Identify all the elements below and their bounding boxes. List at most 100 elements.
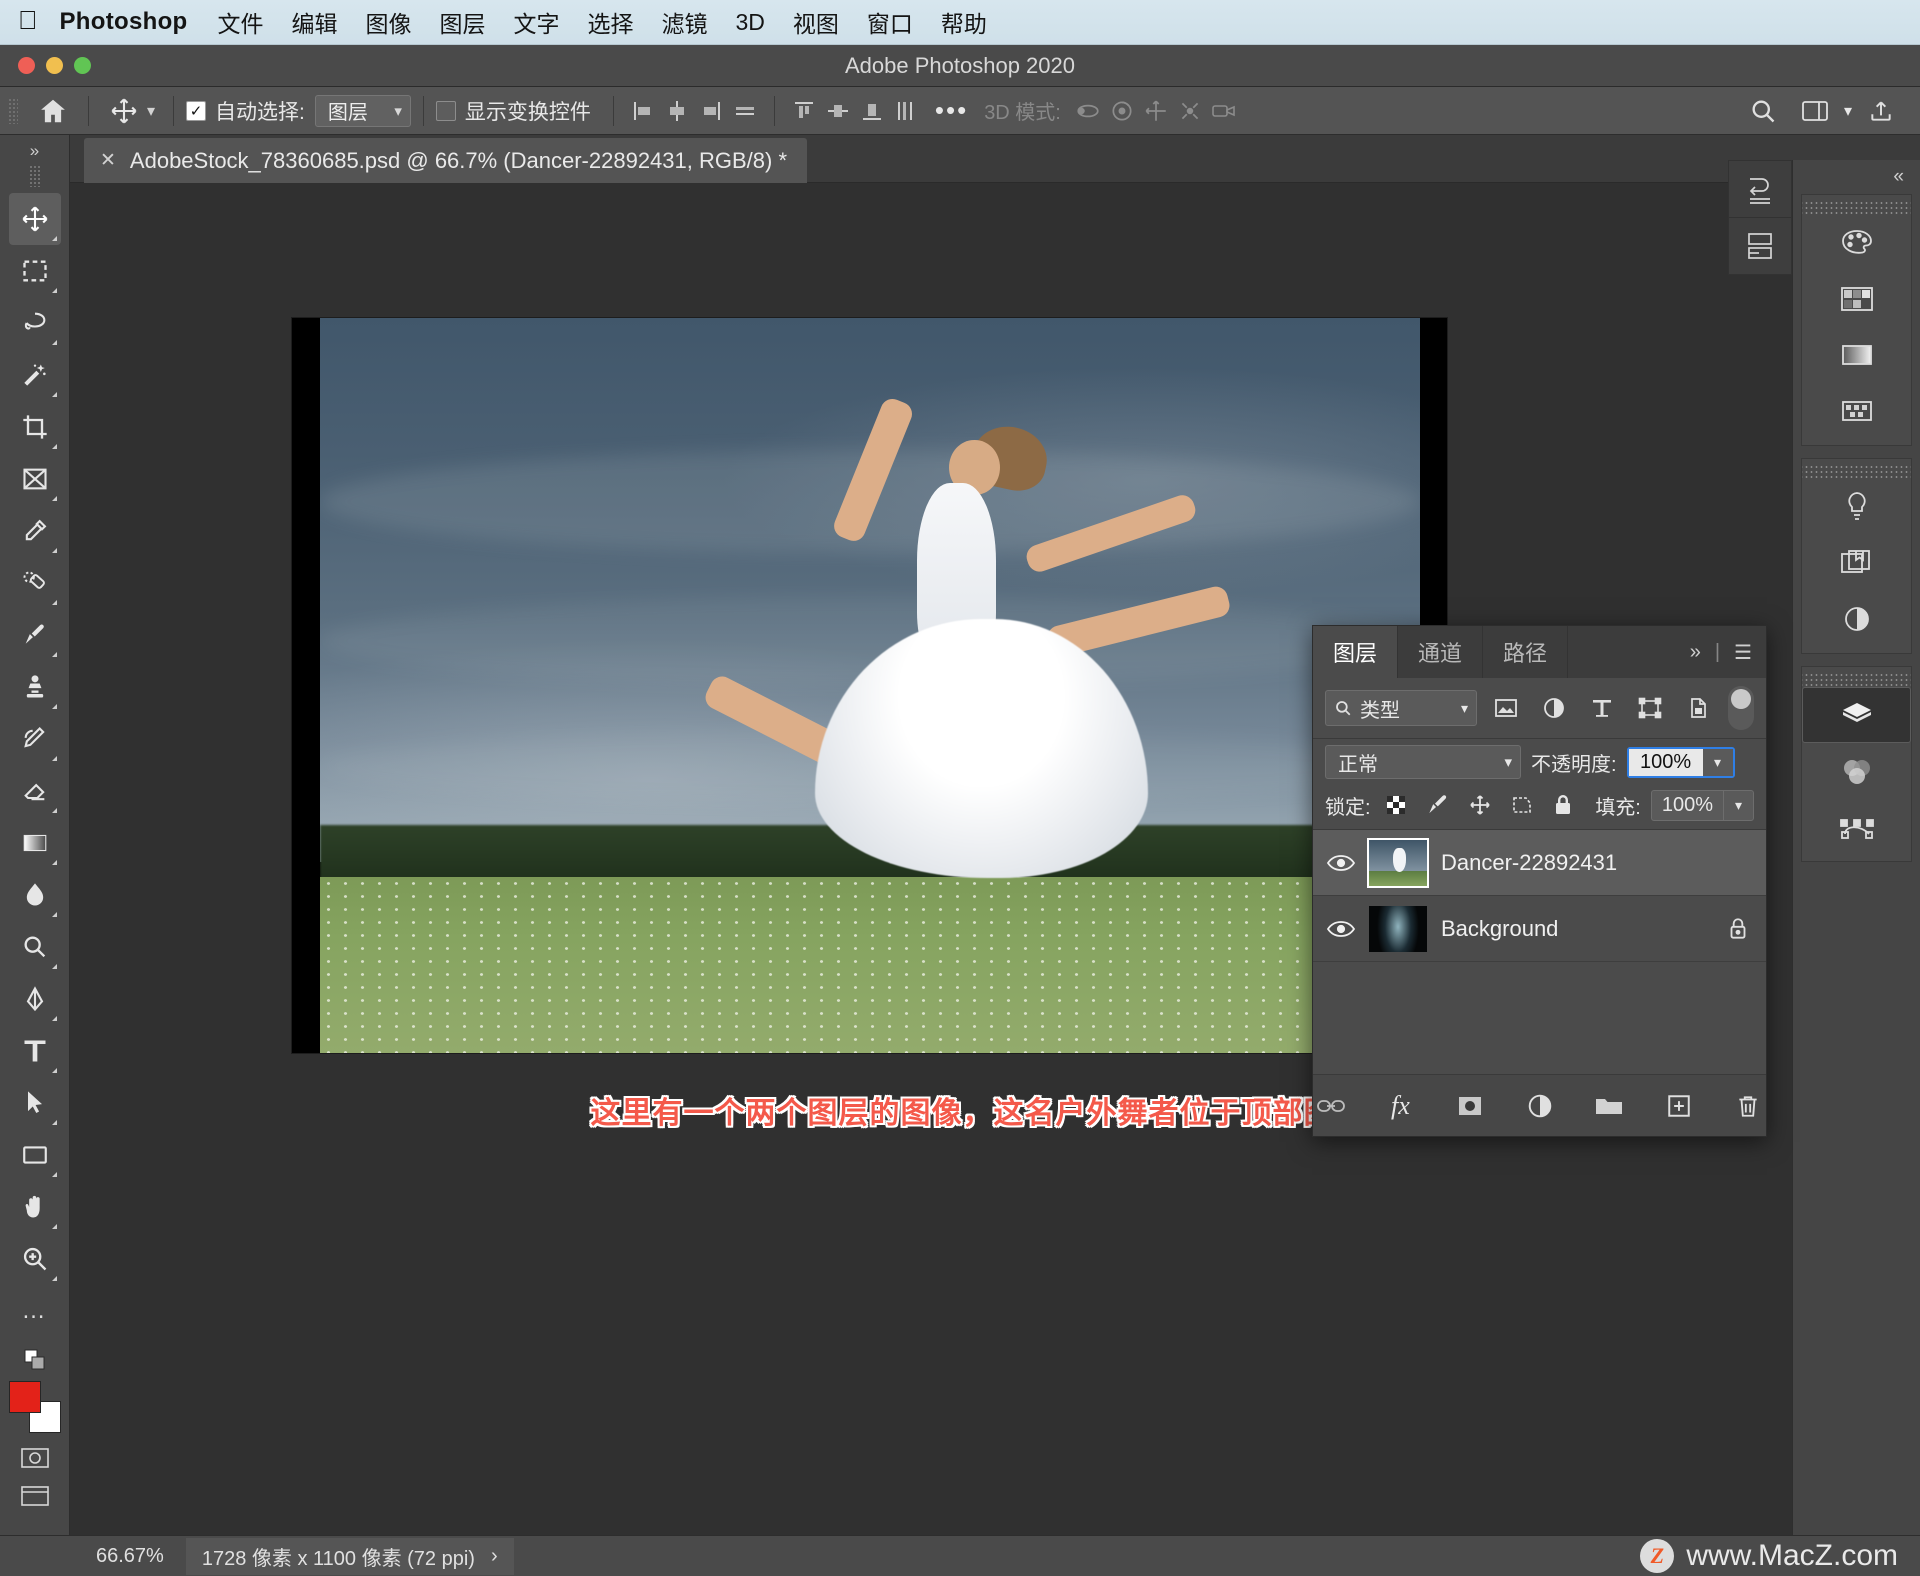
gradient-tool[interactable]	[9, 817, 61, 869]
rail-group-grip[interactable]	[1802, 201, 1911, 215]
new-layer-icon[interactable]	[1661, 1088, 1697, 1124]
menu-item-filter[interactable]: 滤镜	[662, 5, 708, 39]
collapse-panels-icon[interactable]: «	[1793, 160, 1920, 194]
options-bar-grip[interactable]	[8, 97, 18, 124]
dodge-tool[interactable]	[9, 921, 61, 973]
document-canvas[interactable]	[292, 318, 1447, 1053]
libraries-panel-icon[interactable]	[1802, 535, 1911, 591]
zoom-tool[interactable]	[9, 1233, 61, 1285]
screen-mode-icon[interactable]	[18, 1481, 52, 1511]
magic-wand-tool[interactable]	[9, 349, 61, 401]
new-adjustment-layer-icon[interactable]	[1522, 1088, 1558, 1124]
clone-stamp-tool[interactable]	[9, 661, 61, 713]
document-tab[interactable]: ✕ AdobeStock_78360685.psd @ 66.7% (Dance…	[84, 138, 808, 183]
crop-tool[interactable]	[9, 401, 61, 453]
rectangular-marquee-tool[interactable]	[9, 245, 61, 297]
opacity-value[interactable]: 100%	[1628, 748, 1703, 776]
color-swatches[interactable]	[7, 1381, 63, 1435]
filter-adjustment-icon[interactable]	[1535, 690, 1573, 726]
rail-group-grip[interactable]	[1802, 465, 1911, 479]
filter-enable-toggle[interactable]	[1728, 686, 1754, 730]
share-icon[interactable]	[1858, 94, 1904, 128]
orbit-3d-icon[interactable]	[1071, 96, 1105, 126]
lock-image-pixels-icon[interactable]	[1422, 789, 1454, 821]
camera-3d-icon[interactable]	[1207, 96, 1241, 126]
tools-panel-grip[interactable]	[28, 165, 41, 187]
default-colors-icon[interactable]	[18, 1345, 52, 1375]
filter-type-icon[interactable]	[1583, 690, 1621, 726]
adjustment-layer-icon[interactable]	[1802, 591, 1911, 647]
align-vertical-centers-icon[interactable]	[821, 96, 855, 126]
align-bottom-edges-icon[interactable]	[855, 96, 889, 126]
history-brush-tool[interactable]	[9, 713, 61, 765]
lock-transparent-pixels-icon[interactable]	[1381, 789, 1413, 821]
tab-layers[interactable]: 图层	[1313, 626, 1399, 678]
chevron-down-icon[interactable]: ▾	[1844, 101, 1852, 121]
home-icon[interactable]	[30, 94, 76, 128]
blur-tool[interactable]	[9, 869, 61, 921]
move-tool-icon[interactable]	[101, 94, 147, 128]
type-tool[interactable]	[9, 1025, 61, 1077]
align-left-edges-icon[interactable]	[626, 96, 660, 126]
slide-3d-icon[interactable]	[1173, 96, 1207, 126]
pen-tool[interactable]	[9, 973, 61, 1025]
eyedropper-tool[interactable]	[9, 505, 61, 557]
healing-brush-tool[interactable]	[9, 557, 61, 609]
background-thumb[interactable]	[1369, 905, 1427, 952]
frame-tool[interactable]	[9, 453, 61, 505]
chevron-down-icon[interactable]: ▾	[1723, 790, 1753, 820]
edit-toolbar-tool[interactable]: …	[9, 1285, 61, 1337]
apple-logo-icon[interactable]: 	[18, 7, 38, 33]
delete-layer-icon[interactable]	[1730, 1088, 1766, 1124]
lock-all-icon[interactable]	[1548, 789, 1580, 821]
channels-panel-icon[interactable]	[1802, 743, 1911, 799]
fill-field[interactable]: 100% ▾	[1650, 789, 1755, 821]
layer-name[interactable]: Dancer-22892431	[1441, 850, 1617, 876]
lock-artboard-nesting-icon[interactable]	[1506, 789, 1538, 821]
panel-menu-icon[interactable]: ☰	[1734, 640, 1752, 665]
menu-item-layer[interactable]: 图层	[440, 5, 486, 39]
lock-position-icon[interactable]	[1464, 789, 1496, 821]
layers-panel-icon[interactable]	[1802, 687, 1911, 743]
rail-group-grip[interactable]	[1802, 673, 1911, 687]
move-tool[interactable]	[8, 193, 61, 245]
filter-shape-icon[interactable]	[1631, 690, 1669, 726]
menu-item-edit[interactable]: 编辑	[292, 5, 338, 39]
tab-channels[interactable]: 通道	[1398, 626, 1484, 678]
swatches-panel-icon[interactable]	[1802, 271, 1911, 327]
zoom-level[interactable]: 66.67%	[0, 1545, 186, 1568]
menu-item-view[interactable]: 视图	[793, 5, 839, 39]
align-right-edges-icon[interactable]	[694, 96, 728, 126]
tab-paths[interactable]: 路径	[1483, 626, 1569, 678]
add-layer-mask-icon[interactable]	[1452, 1088, 1488, 1124]
patterns-panel-icon[interactable]	[1802, 383, 1911, 439]
distribute-vertically-icon[interactable]	[889, 96, 923, 126]
foreground-color-swatch[interactable]	[8, 1381, 41, 1413]
lasso-tool[interactable]	[9, 297, 61, 349]
hand-tool[interactable]	[9, 1181, 61, 1233]
show-transform-controls-checkbox[interactable]	[435, 100, 456, 121]
gradients-panel-icon[interactable]	[1802, 327, 1911, 383]
document-dimensions[interactable]: 1728 像素 x 1100 像素 (72 ppi) ›	[185, 1537, 514, 1575]
roll-3d-icon[interactable]	[1105, 96, 1139, 126]
close-icon[interactable]: ✕	[100, 149, 116, 172]
tool-preset-chevron-down-icon[interactable]: ▾	[147, 101, 155, 121]
menu-item-help[interactable]: 帮助	[941, 5, 987, 39]
align-horizontal-centers-icon[interactable]	[660, 96, 694, 126]
rectangle-tool[interactable]	[9, 1129, 61, 1181]
blend-mode-dropdown[interactable]: 正常 ▾	[1325, 745, 1521, 779]
color-panel-icon[interactable]	[1802, 215, 1911, 271]
layer-name[interactable]: Background	[1441, 916, 1558, 942]
quick-mask-icon[interactable]	[18, 1443, 52, 1473]
status-chevron-icon[interactable]: ›	[491, 1545, 498, 1568]
properties-panel-icon[interactable]	[1729, 218, 1791, 274]
menu-app-name[interactable]: Photoshop	[60, 8, 188, 36]
layers-panel[interactable]: 图层 通道 路径 » | ☰ 类型 ▾ 正常 ▾ 不透明度: 100% ▾ 锁定…	[1312, 625, 1767, 1137]
brush-tool[interactable]	[9, 609, 61, 661]
layer-style-fx-icon[interactable]: fx	[1383, 1088, 1419, 1124]
search-icon[interactable]	[1740, 94, 1786, 128]
expand-panel-icon[interactable]: »	[30, 141, 39, 161]
expand-panel-icon[interactable]: »	[1690, 641, 1701, 664]
adjustments-panel-icon[interactable]	[1802, 479, 1911, 535]
filter-smart-object-icon[interactable]	[1679, 690, 1717, 726]
